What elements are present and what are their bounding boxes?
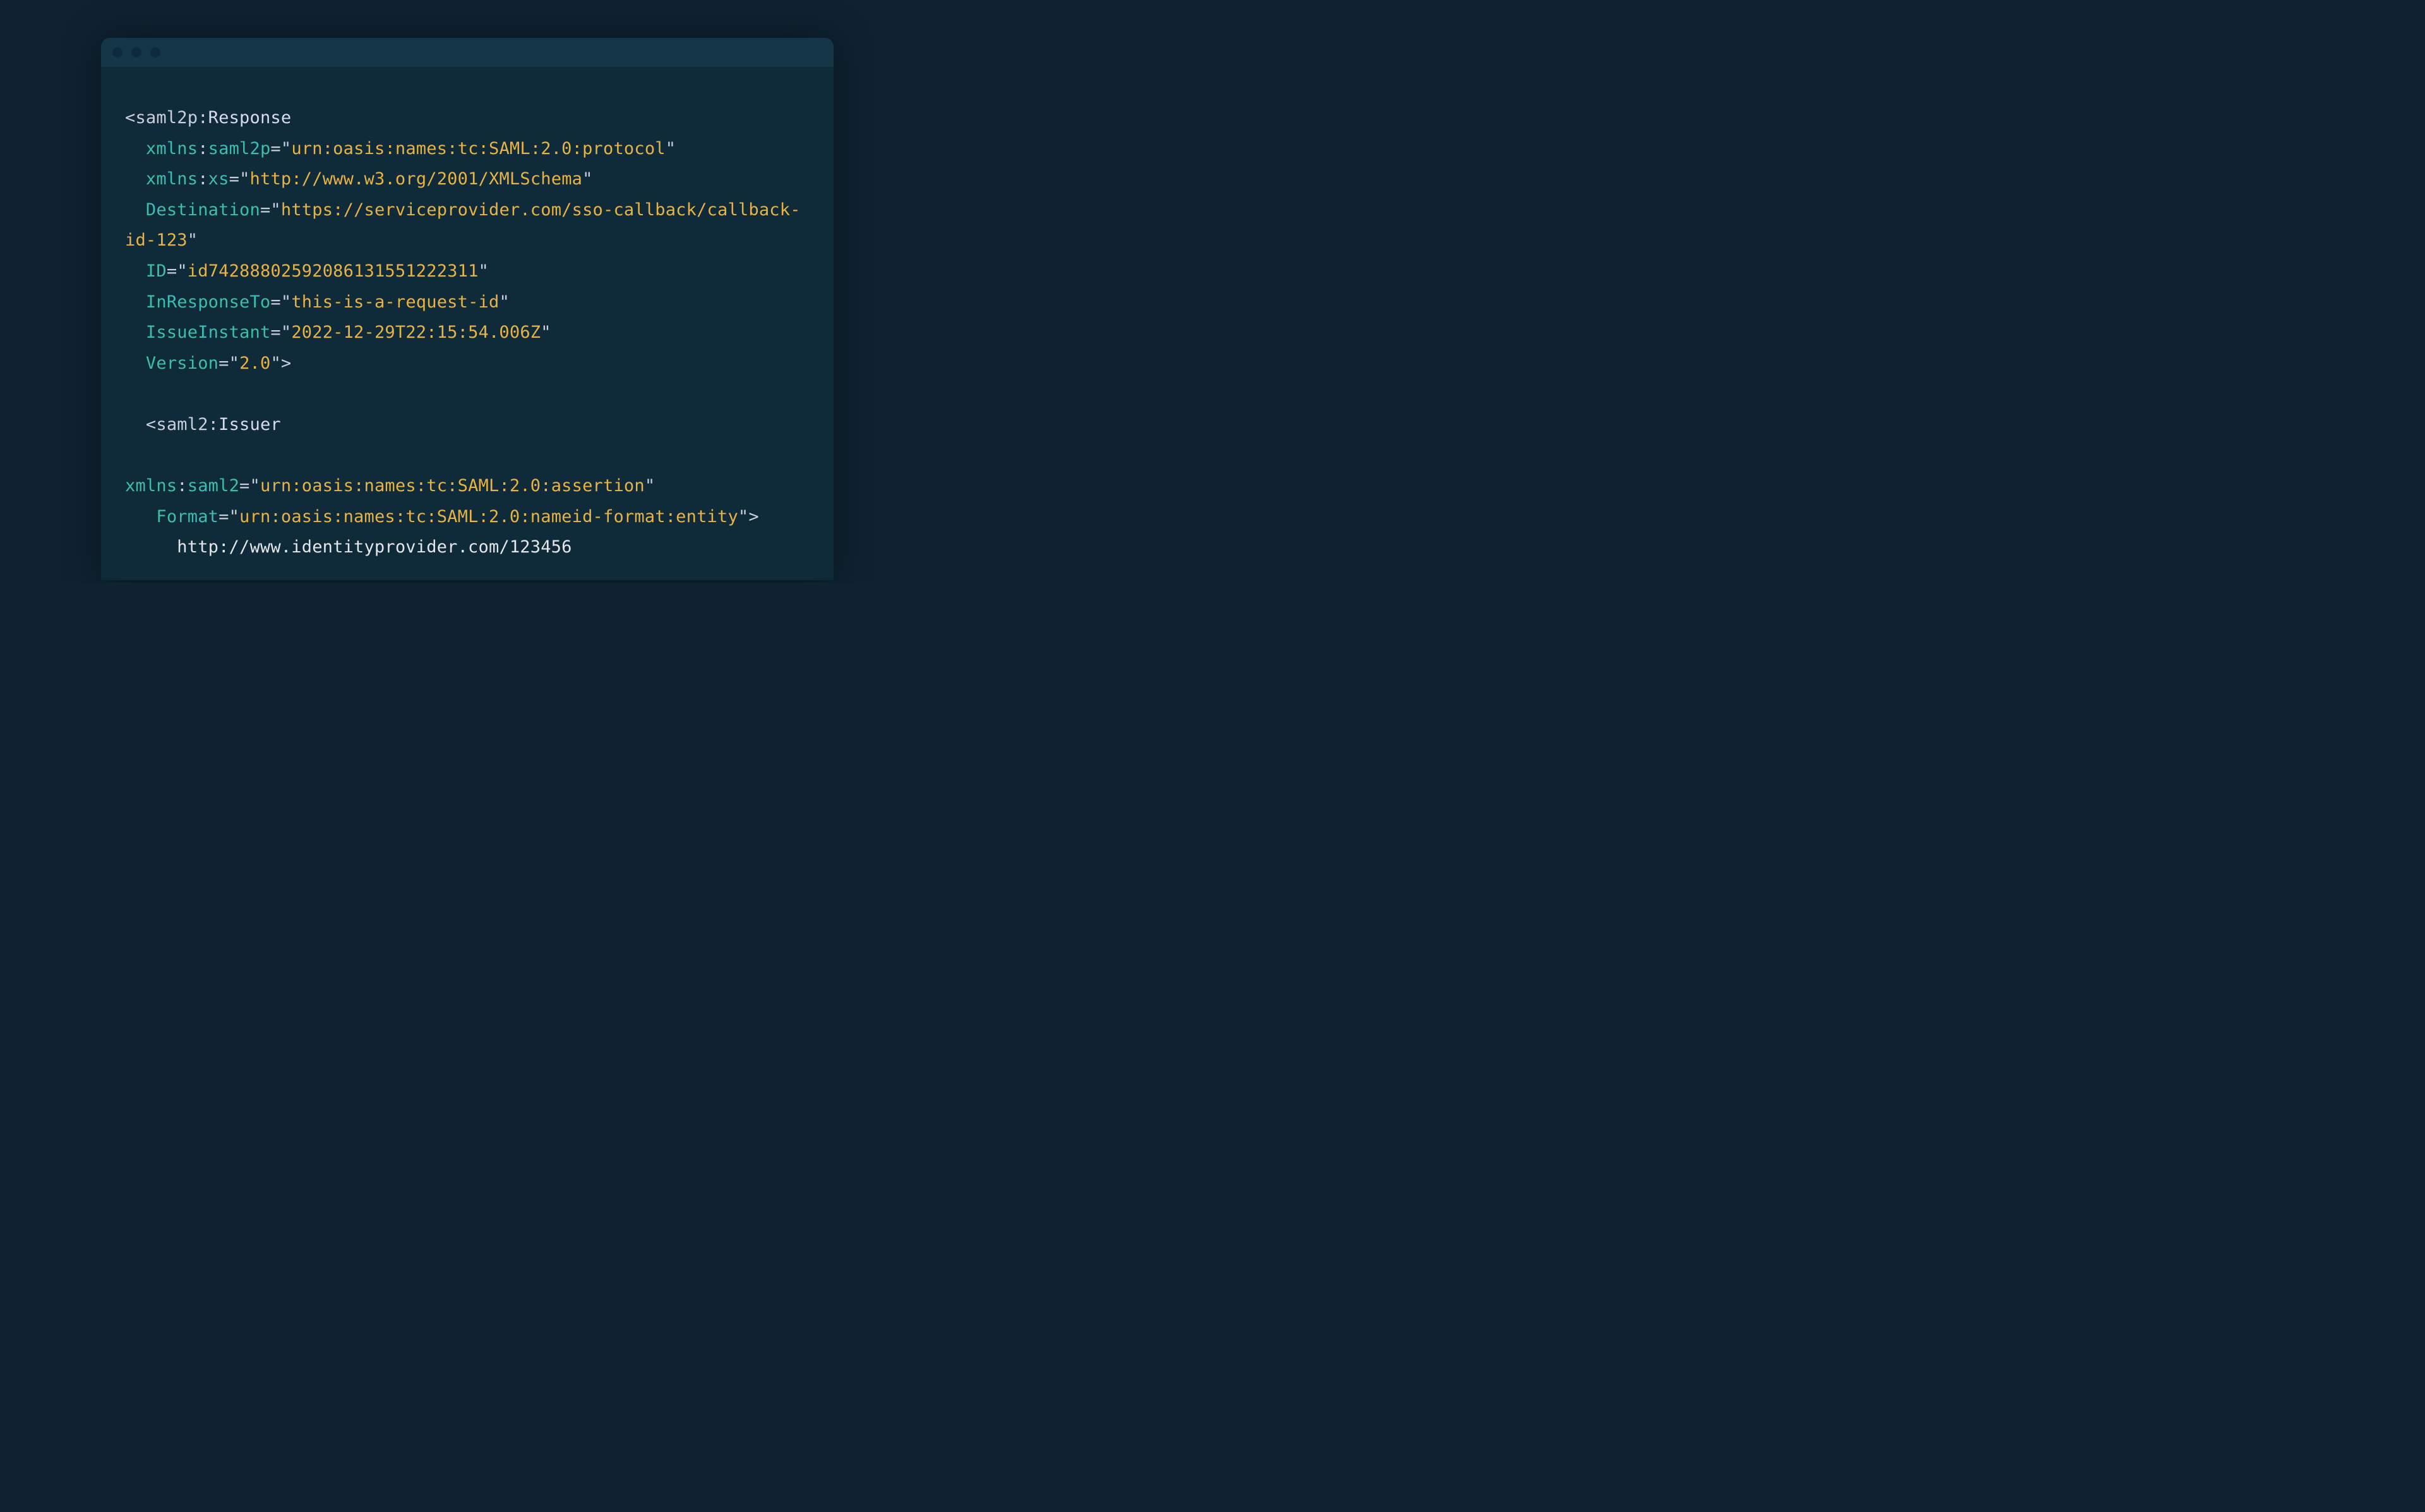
code-token-str: urn:oasis:names:tc:SAML:2.0:nameid-forma… [239,507,738,527]
code-token-str: this-is-a-request-id [291,292,499,312]
code-token-eq: = [167,261,177,281]
code-token-attr: xmlns [125,476,177,496]
code-token-punct: " [582,169,592,189]
code-token-punct: " [270,200,280,220]
code-token-punct: " [479,261,489,281]
code-token-colon: : [198,169,208,189]
code-token-nsname: saml2 [156,415,208,434]
code-token-attr: xs [208,169,229,189]
code-token-eq: = [219,507,229,527]
window-titlebar [101,38,834,67]
code-token-punct: " [281,292,291,312]
code-token-attr: IssueInstant [146,323,270,342]
code-token-attr: Destination [146,200,260,220]
stage: <saml2p:Response xmlns:saml2p="urn:oasis… [0,0,935,583]
traffic-light-zoom-icon[interactable] [150,47,160,57]
code-token-str: urn:oasis:names:tc:SAML:2.0:assertion [260,476,645,496]
code-token-punct: < [125,108,135,128]
code-token-punct: " [281,139,291,158]
code-token-eq: = [270,292,280,312]
code-token-punct: " [281,323,291,342]
code-token-punct: " [499,292,509,312]
code-token-str: id74288802592086131551222311 [188,261,479,281]
code-token-attr: ID [146,261,167,281]
code-token-str: http://www.w3.org/2001/XMLSchema [250,169,583,189]
code-token-text: http://www.identityprovider.com/123456 [177,537,572,557]
code-token-punct: " [229,507,239,527]
code-token-colon: : [198,108,208,128]
code-token-punct: " [738,507,748,527]
code-token-punct: " [177,261,187,281]
code-token-eq: = [260,200,270,220]
code-window: <saml2p:Response xmlns:saml2p="urn:oasis… [101,38,834,580]
code-token-eq: = [219,354,229,373]
code-token-punct: " [666,139,676,158]
code-token-str: urn:oasis:names:tc:SAML:2.0:protocol [291,139,665,158]
code-token-colon: : [208,415,219,434]
code-token-punct: " [239,169,249,189]
code-token-punct: < [146,415,156,434]
code-token-eq: = [239,476,249,496]
code-token-punct: " [229,354,239,373]
traffic-light-close-icon[interactable] [112,47,123,57]
code-token-punct: " [645,476,655,496]
traffic-light-minimize-icon[interactable] [131,47,141,57]
code-token-attr: Version [146,354,219,373]
code-token-punct: " [541,323,551,342]
code-token-str: 2022-12-29T22:15:54.006Z [291,323,541,342]
code-token-str: 2.0 [239,354,270,373]
code-token-eq: = [270,323,280,342]
code-token-attr: saml2p [208,139,271,158]
code-token-punct: " [270,354,280,373]
code-token-eq: = [270,139,280,158]
code-token-attr: Format [156,507,219,527]
code-token-punct: > [748,507,758,527]
code-token-nsname: saml2p [135,108,198,128]
code-token-attr: saml2 [188,476,239,496]
code-token-punct: " [188,230,198,250]
code-token-attr: InResponseTo [146,292,270,312]
code-token-eq: = [229,169,239,189]
code-token-punct: " [250,476,260,496]
code-token-punct: > [281,354,291,373]
code-token-colon: : [177,476,187,496]
code-token-attr: xmlns [146,169,198,189]
code-token-elname: Response [208,108,292,128]
code-token-attr: xmlns [146,139,198,158]
code-token-elname: Issuer [219,415,281,434]
code-content: <saml2p:Response xmlns:saml2p="urn:oasis… [101,84,834,563]
code-token-colon: : [198,139,208,158]
